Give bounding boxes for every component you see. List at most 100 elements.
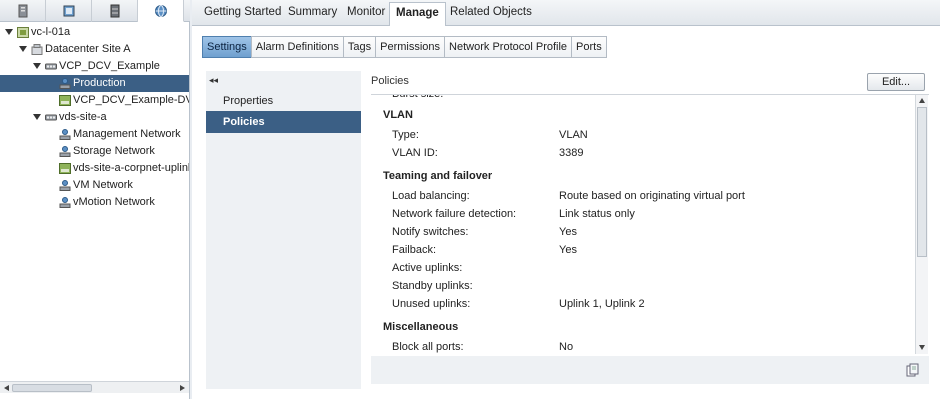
inventory-tree: vc-l-01a Datacenter Site A VCP_DCV_Example… [0, 24, 189, 211]
tree-node-label: VCP_DCV_Example [59, 60, 160, 72]
policy-value: 3389 [559, 147, 584, 159]
subtab-network-protocol-profile[interactable]: Network Protocol Profile [444, 36, 573, 58]
manage-subtabs: Settings Alarm Definitions Tags Permissi… [202, 36, 607, 58]
tree-node[interactable]: Storage Network [0, 143, 189, 160]
tree-node-label: Production [73, 77, 126, 89]
tree-node[interactable]: vds-site-a-corpnet-uplink [0, 160, 189, 177]
portgroup-icon [59, 146, 71, 157]
portgroup-icon [59, 180, 71, 191]
subtab-permissions[interactable]: Permissions [375, 36, 446, 58]
tree-node[interactable]: VM Network [0, 177, 189, 194]
subtab-alarm-definitions[interactable]: Alarm Definitions [250, 36, 344, 58]
main-workspace: Getting Started Summary Monitor Manage R… [192, 0, 940, 399]
expand-toggle-icon[interactable] [33, 63, 41, 69]
policy-key: VLAN ID: [392, 147, 438, 159]
policy-value: Link status only [559, 208, 635, 220]
vcenter-icon [17, 27, 29, 38]
policy-value: Route based on originating virtual port [559, 190, 745, 202]
scrollbar-thumb[interactable] [12, 384, 92, 392]
tree-node-label: VCP_DCV_Example-DV [73, 94, 189, 106]
policy-row: Unused uplinks: Uplink 1, Uplink 2 [371, 296, 911, 313]
nav-tab-networking[interactable] [138, 0, 184, 22]
policy-row: Burst size: [371, 94, 911, 103]
tree-node[interactable]: Production [0, 75, 189, 92]
policy-key: Load balancing: [392, 190, 470, 202]
policy-row: Notify switches: Yes [371, 224, 911, 241]
nav-tab-vms-templates[interactable] [46, 0, 92, 22]
scroll-left-arrow-icon[interactable] [4, 385, 9, 391]
portgroup-icon [59, 129, 71, 140]
policies-footer [371, 356, 929, 384]
storage-icon [110, 4, 119, 18]
policy-key: Block all ports: [392, 341, 464, 353]
vds-icon [45, 112, 57, 123]
tab-monitor[interactable]: Monitor [347, 6, 385, 18]
tree-node[interactable]: Management Network [0, 126, 189, 143]
collapse-panel-icon[interactable]: ◂◂ [209, 75, 218, 86]
nav-tab-hosts-clusters[interactable] [0, 0, 46, 22]
scroll-right-arrow-icon[interactable] [180, 385, 185, 391]
policy-value: Uplink 1, Uplink 2 [559, 298, 645, 310]
policies-panel: Policies Edit... Burst size: VLAN Type: VLA… [371, 71, 940, 389]
policy-value: Yes [559, 244, 577, 256]
tree-node[interactable]: VCP_DCV_Example-DV [0, 92, 189, 109]
tree-node-label: vMotion Network [73, 196, 155, 208]
navigator-horizontal-scrollbar[interactable] [0, 381, 189, 393]
tree-node[interactable]: vMotion Network [0, 194, 189, 211]
settings-nav-policies[interactable]: Policies [206, 111, 361, 133]
policy-row: Active uplinks: [371, 260, 911, 277]
policy-key: Active uplinks: [392, 262, 463, 274]
policy-key: Burst size: [392, 94, 444, 100]
tab-getting-started[interactable]: Getting Started [204, 6, 281, 18]
policy-key: Unused uplinks: [392, 298, 471, 310]
policy-row: Load balancing: Route based on originatin… [371, 188, 911, 205]
object-tabs: Getting Started Summary Monitor Manage R… [192, 0, 940, 26]
tree-node-label: vc-l-01a [31, 26, 71, 38]
policy-row: Type: VLAN [371, 127, 911, 144]
settings-content: ◂◂ Properties Policies Policies Edit... … [206, 71, 940, 389]
portgroup-icon [59, 78, 71, 89]
tree-node[interactable]: vc-l-01a [0, 24, 189, 41]
policies-vertical-scrollbar[interactable] [915, 95, 928, 354]
networking-icon [154, 4, 167, 17]
policy-key: Notify switches: [392, 226, 469, 238]
scrollbar-thumb[interactable] [917, 107, 927, 257]
tree-node[interactable]: Datacenter Site A [0, 41, 189, 58]
tree-node-label: vds-site-a-corpnet-uplink [73, 162, 189, 174]
tab-manage[interactable]: Manage [389, 2, 446, 26]
uplink-icon [59, 163, 71, 174]
subtab-tags[interactable]: Tags [342, 36, 377, 58]
policy-section-title: Teaming and failover [383, 170, 493, 182]
scroll-down-arrow-icon[interactable] [919, 345, 925, 350]
tree-node[interactable]: VCP_DCV_Example [0, 58, 189, 75]
policy-key: Failback: [392, 244, 437, 256]
export-list-icon[interactable] [906, 363, 919, 377]
panel-title: Policies [371, 75, 409, 87]
tree-node[interactable]: vds-site-a [0, 109, 189, 126]
expand-toggle-icon[interactable] [19, 46, 27, 52]
policy-key: Standby uplinks: [392, 280, 473, 292]
tab-summary[interactable]: Summary [288, 6, 337, 18]
tree-node-label: VM Network [73, 179, 133, 191]
policy-value: VLAN [559, 129, 588, 141]
policy-row: VLAN ID: 3389 [371, 145, 911, 162]
policy-row: Standby uplinks: [371, 278, 911, 295]
policy-key: Type: [392, 129, 419, 141]
expand-toggle-icon[interactable] [5, 29, 13, 35]
subtab-settings[interactable]: Settings [202, 36, 252, 58]
settings-nav-properties[interactable]: Properties [206, 90, 361, 112]
policy-row: Block all ports: No [371, 339, 911, 354]
scroll-up-arrow-icon[interactable] [919, 98, 925, 103]
vms-templates-icon [63, 5, 74, 17]
tree-node-label: Management Network [73, 128, 181, 140]
tab-related-objects[interactable]: Related Objects [450, 6, 532, 18]
uplink-icon [59, 95, 71, 106]
policy-section-title: Miscellaneous [383, 321, 459, 333]
nav-tab-storage[interactable] [92, 0, 138, 22]
tree-node-label: Datacenter Site A [45, 43, 131, 55]
settings-nav: ◂◂ Properties Policies [206, 71, 361, 389]
tree-node-label: Storage Network [73, 145, 155, 157]
edit-button[interactable]: Edit... [867, 73, 925, 91]
expand-toggle-icon[interactable] [33, 114, 41, 120]
subtab-ports[interactable]: Ports [571, 36, 607, 58]
